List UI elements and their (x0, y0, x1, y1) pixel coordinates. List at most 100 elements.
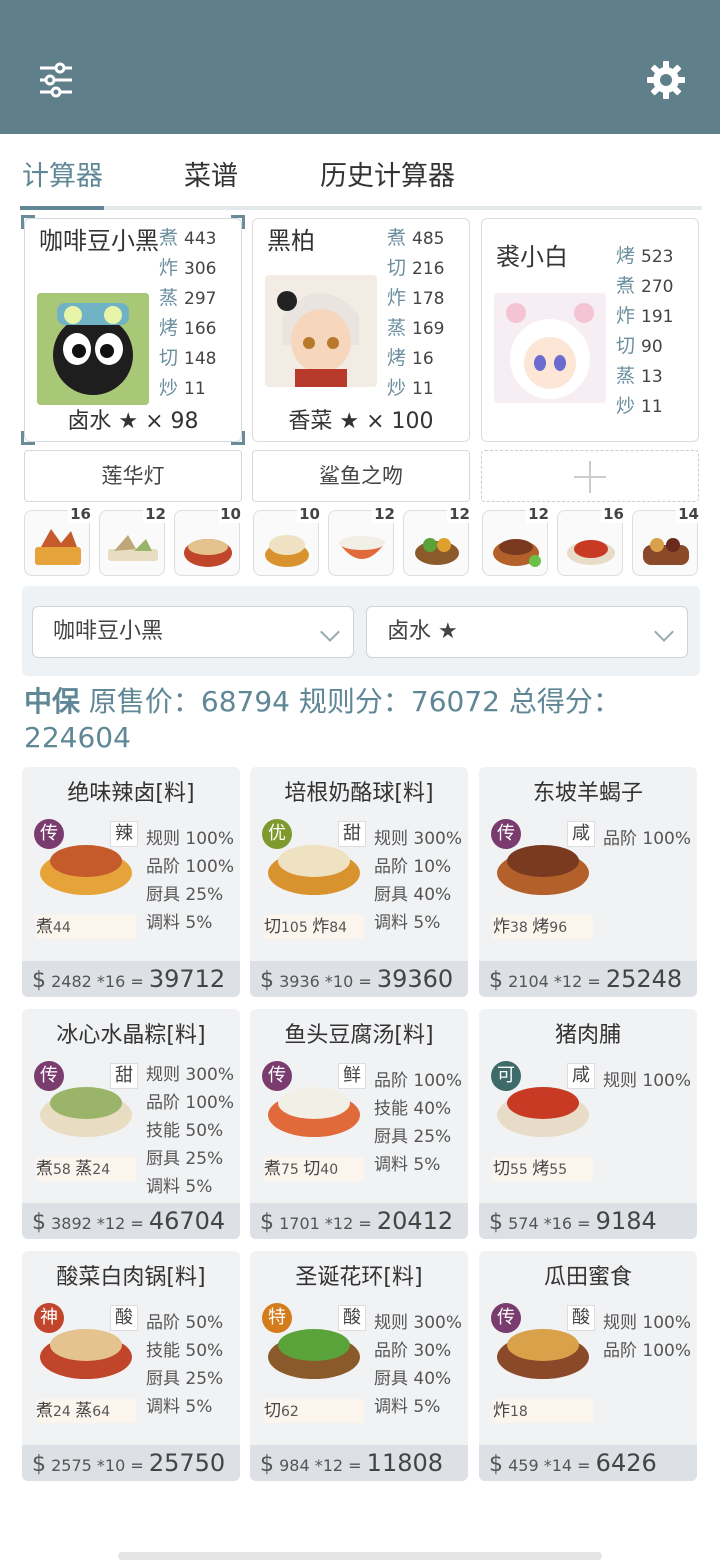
skill-requirements: 炸18 (493, 1399, 593, 1423)
rarity-badge: 传 (491, 1303, 521, 1333)
recipe-thumb-7[interactable]: 12 (482, 505, 551, 576)
bonus-line: 规则 300% (374, 1313, 463, 1333)
bonus-list: 规则 300% 品阶 30% 厨具 40% 调料 5% (374, 1309, 468, 1421)
price-bar: $ 2104 *12 = 25248 (479, 961, 697, 997)
chef-card-2[interactable]: 黑柏 煮 485 切 216 炸 178 蒸 169 烤 16 炒 11 香菜 ★ × 10… (252, 218, 470, 442)
bonus-line: 品阶 100% (146, 857, 235, 877)
dish-icon (108, 535, 158, 561)
bonus-line: 品阶 10% (374, 857, 452, 877)
thumb-count: 16 (68, 505, 93, 523)
chef-select[interactable]: 咖啡豆小黑 (32, 606, 354, 658)
flavor-badge: 辣 (110, 821, 138, 847)
bonus-list: 规则 100% 品阶 100% (603, 1309, 697, 1365)
tool-slot-2[interactable]: 鲨鱼之吻 (252, 450, 470, 502)
thumb-count: 12 (372, 505, 397, 523)
recipe-thumb-8[interactable]: 16 (557, 505, 626, 576)
tool-slot-1[interactable]: 莲华灯 (24, 450, 242, 502)
flavor-badge: 酸 (567, 1305, 595, 1331)
chef-stats: 煮 485 切 216 炸 178 蒸 169 烤 16 炒 11 (387, 227, 445, 399)
recipe-thumb-1[interactable]: 16 (24, 505, 93, 576)
flavor-badge: 甜 (338, 821, 366, 847)
price-bar: $ 984 *12 = 11808 (250, 1445, 468, 1481)
bonus-line: 品阶 100% (603, 1341, 692, 1361)
recipe-card[interactable]: 冰心水晶粽[料] 传 甜 规则 300% 品阶 100% 技能 50% 厨具 25% 调… (22, 1009, 240, 1239)
rarity-badge: 特 (262, 1303, 292, 1333)
chef-card-3[interactable]: 裘小白 烤 523 煮 270 炸 191 切 90 蒸 13 炒 11 (481, 218, 699, 442)
thumb-count: 12 (526, 505, 551, 523)
dish-icon (35, 529, 81, 565)
recipe-card[interactable]: 酸菜白肉锅[料] 神 酸 品阶 50% 技能 50% 厨具 25% 调料 5% 煮24… (22, 1251, 240, 1481)
bonus-line: 品阶 100% (146, 1093, 235, 1113)
bonus-line: 调料 5% (374, 913, 441, 933)
price-bar: $ 1701 *12 = 20412 (250, 1203, 468, 1239)
tab-active-indicator (20, 206, 104, 210)
bonus-list: 品阶 100% (603, 825, 697, 853)
flavor-badge: 咸 (567, 821, 595, 847)
chef-name: 裘小白 (496, 243, 568, 271)
tab-calculator[interactable]: 计算器 (22, 154, 103, 193)
flavor-badge: 酸 (110, 1305, 138, 1331)
bonus-line: 规则 100% (603, 1071, 692, 1091)
price-bar: $ 459 *14 = 6426 (479, 1445, 697, 1481)
chef-condiment: 香菜 ★ × 100 (288, 409, 434, 434)
bonus-line: 技能 50% (146, 1121, 224, 1141)
bonus-line: 厨具 25% (146, 1369, 224, 1389)
gear-icon[interactable] (642, 56, 690, 104)
tab-recipes[interactable]: 菜谱 (184, 154, 238, 193)
chef-card-1[interactable]: 咖啡豆小黑 煮 443 炸 306 蒸 297 烤 166 切 148 炒 11 卤水 ★ … (21, 215, 245, 445)
bonus-line: 调料 5% (374, 1155, 441, 1175)
score-summary: 中保 原售价：68794 规则分：76072 总得分： 224604 (24, 685, 621, 754)
skill-requirements: 炸38 烤96 (493, 915, 593, 939)
rarity-badge: 优 (262, 819, 292, 849)
recipe-thumb-4[interactable]: 10 (253, 505, 322, 576)
bonus-line: 厨具 25% (146, 1149, 224, 1169)
recipe-card[interactable]: 绝味辣卤[料] 传 辣 规则 100% 品阶 100% 厨具 25% 调料 5% 煮4… (22, 767, 240, 997)
price-bar: $ 2482 *16 = 39712 (22, 961, 240, 997)
price-bar: $ 3892 *12 = 46704 (22, 1203, 240, 1239)
recipe-title: 猪肉脯 (554, 1023, 621, 1048)
recipe-card[interactable]: 圣诞花环[料] 特 酸 规则 300% 品阶 30% 厨具 40% 调料 5% 切62… (250, 1251, 468, 1481)
bonus-line: 规则 100% (603, 1313, 692, 1333)
condiment-select[interactable]: 卤水 ★ (366, 606, 688, 658)
bonus-line: 品阶 100% (603, 829, 692, 849)
tab-bar: 计算器 菜谱 历史计算器 (0, 134, 720, 210)
chef-avatar (494, 293, 606, 403)
recipe-card[interactable]: 猪肉脯 可 咸 规则 100% 切55 烤55 $ 574 *16 = 9184 (479, 1009, 697, 1239)
thumb-count: 12 (447, 505, 472, 523)
bonus-line: 规则 300% (374, 829, 463, 849)
flavor-badge: 酸 (338, 1305, 366, 1331)
recipe-thumb-9[interactable]: 14 (632, 505, 701, 576)
recipe-card[interactable]: 东坡羊蝎子 传 咸 品阶 100% 炸38 烤96 $ 2104 *12 = 2… (479, 767, 697, 997)
bonus-list: 规则 300% 品阶 10% 厨具 40% 调料 5% (374, 825, 468, 937)
gesture-bar (118, 1552, 602, 1560)
chef-condiment: 卤水 ★ × 98 (67, 409, 199, 434)
bonus-line: 规则 100% (146, 829, 235, 849)
bonus-line: 厨具 25% (374, 1127, 452, 1147)
bonus-line: 厨具 25% (146, 885, 224, 905)
chef-name: 黑柏 (267, 227, 315, 255)
recipe-card[interactable]: 鱼头豆腐汤[料] 传 鲜 品阶 100% 技能 40% 厨具 25% 调料 5% 煮7… (250, 1009, 468, 1239)
sliders-icon[interactable] (32, 56, 80, 104)
rarity-badge: 传 (262, 1061, 292, 1091)
chef-stats: 煮 443 炸 306 蒸 297 烤 166 切 148 炒 11 (159, 227, 217, 399)
thumb-count: 14 (676, 505, 701, 523)
bonus-line: 品阶 30% (374, 1341, 452, 1361)
skill-requirements: 煮75 切40 (264, 1157, 364, 1181)
recipe-title: 绝味辣卤[料] (67, 781, 195, 806)
recipe-thumb-3[interactable]: 10 (174, 505, 243, 576)
recipe-thumb-5[interactable]: 12 (328, 505, 397, 576)
recipe-thumb-6[interactable]: 12 (403, 505, 472, 576)
flavor-badge: 甜 (110, 1063, 138, 1089)
dish-icon (184, 539, 232, 567)
recipe-thumb-2[interactable]: 12 (99, 505, 168, 576)
rarity-badge: 可 (491, 1061, 521, 1091)
plus-icon (574, 461, 606, 493)
recipe-card[interactable]: 培根奶酪球[料] 优 甜 规则 300% 品阶 10% 厨具 40% 调料 5% 切1… (250, 767, 468, 997)
tool-slot-add[interactable] (481, 450, 699, 502)
rarity-badge: 传 (491, 819, 521, 849)
tab-history-calculator[interactable]: 历史计算器 (320, 154, 455, 193)
recipe-title: 东坡羊蝎子 (532, 781, 643, 806)
recipe-card[interactable]: 瓜田蜜食 传 酸 规则 100% 品阶 100% 炸18 $ 459 *14 = … (479, 1251, 697, 1481)
bonus-line: 厨具 40% (374, 1369, 452, 1389)
dish-icon (643, 538, 689, 565)
